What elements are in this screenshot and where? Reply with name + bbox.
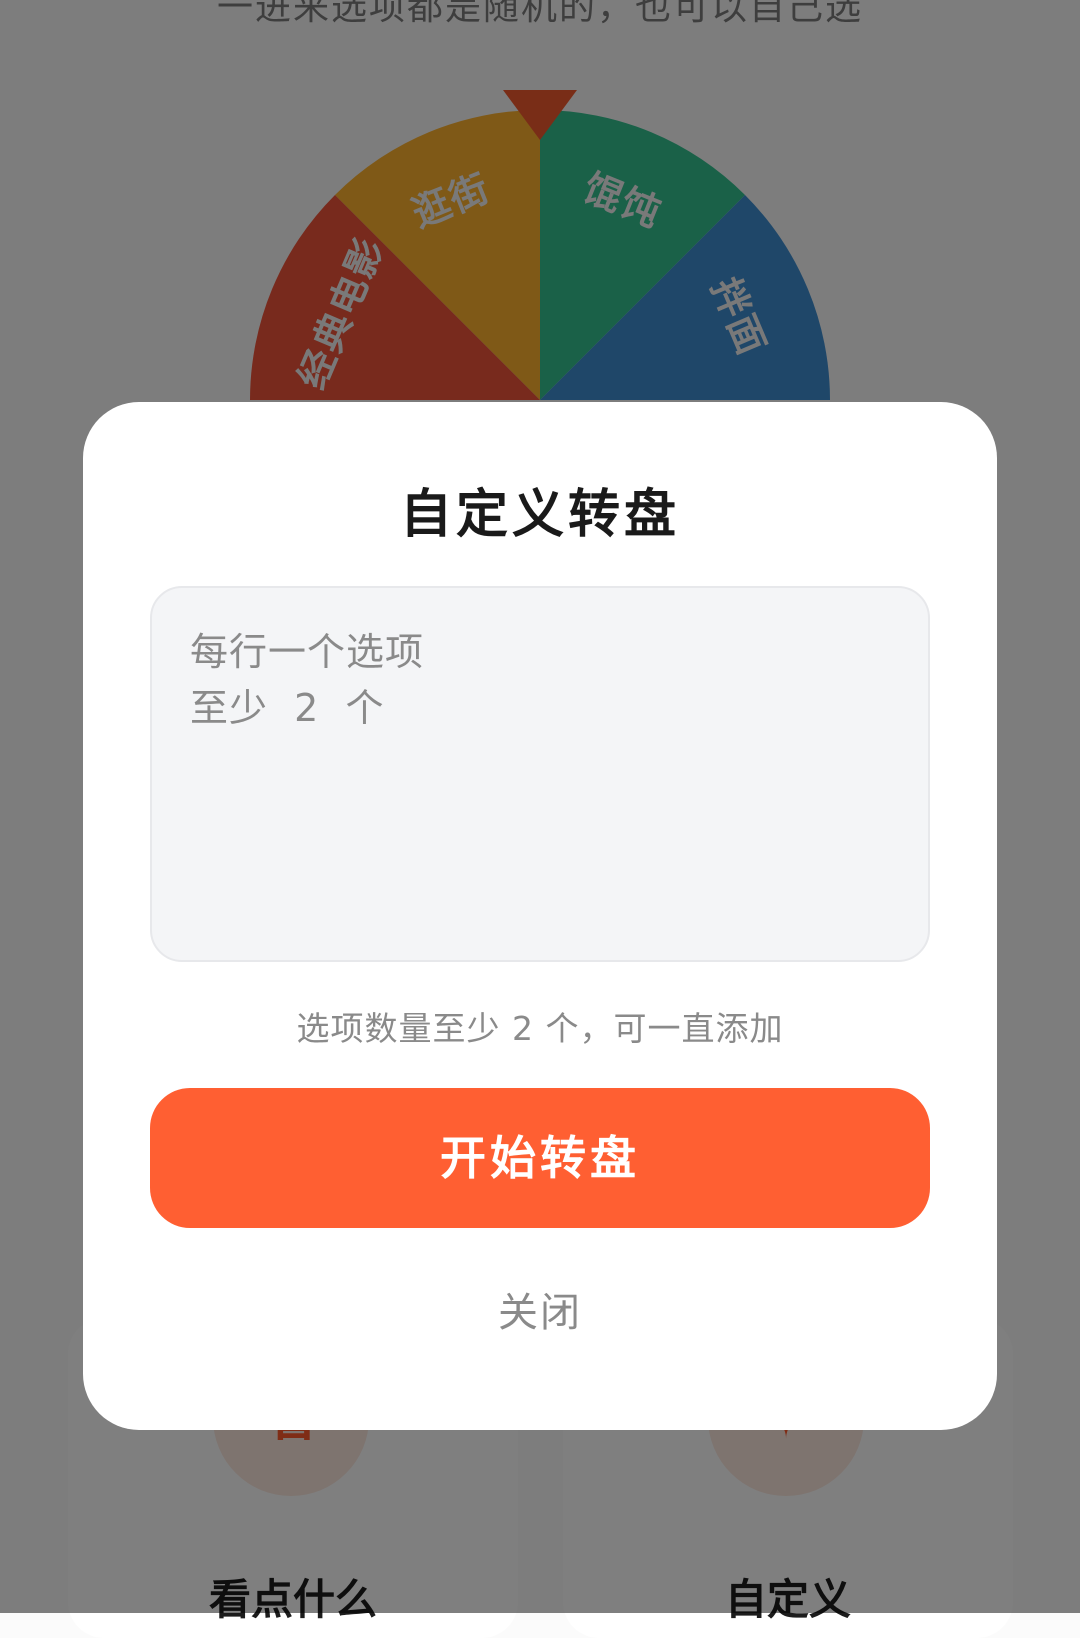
dialog-title: 自定义转盘 <box>399 485 680 545</box>
custom-wheel-dialog: 自定义转盘 每行一个选项 至少 2 个 选项数量至少 2 个，可一直添加 开始转… <box>83 402 997 1430</box>
close-button[interactable]: 关闭 <box>83 1280 997 1338</box>
options-note: 选项数量至少 2 个，可一直添加 <box>296 1009 784 1048</box>
start-wheel-button[interactable]: 开始转盘 <box>150 1088 930 1228</box>
options-textarea[interactable]: 每行一个选项 至少 2 个 <box>150 586 930 962</box>
placeholder-line-2: 至少 2 个 <box>190 686 385 730</box>
placeholder-line-1: 每行一个选项 <box>190 630 425 674</box>
